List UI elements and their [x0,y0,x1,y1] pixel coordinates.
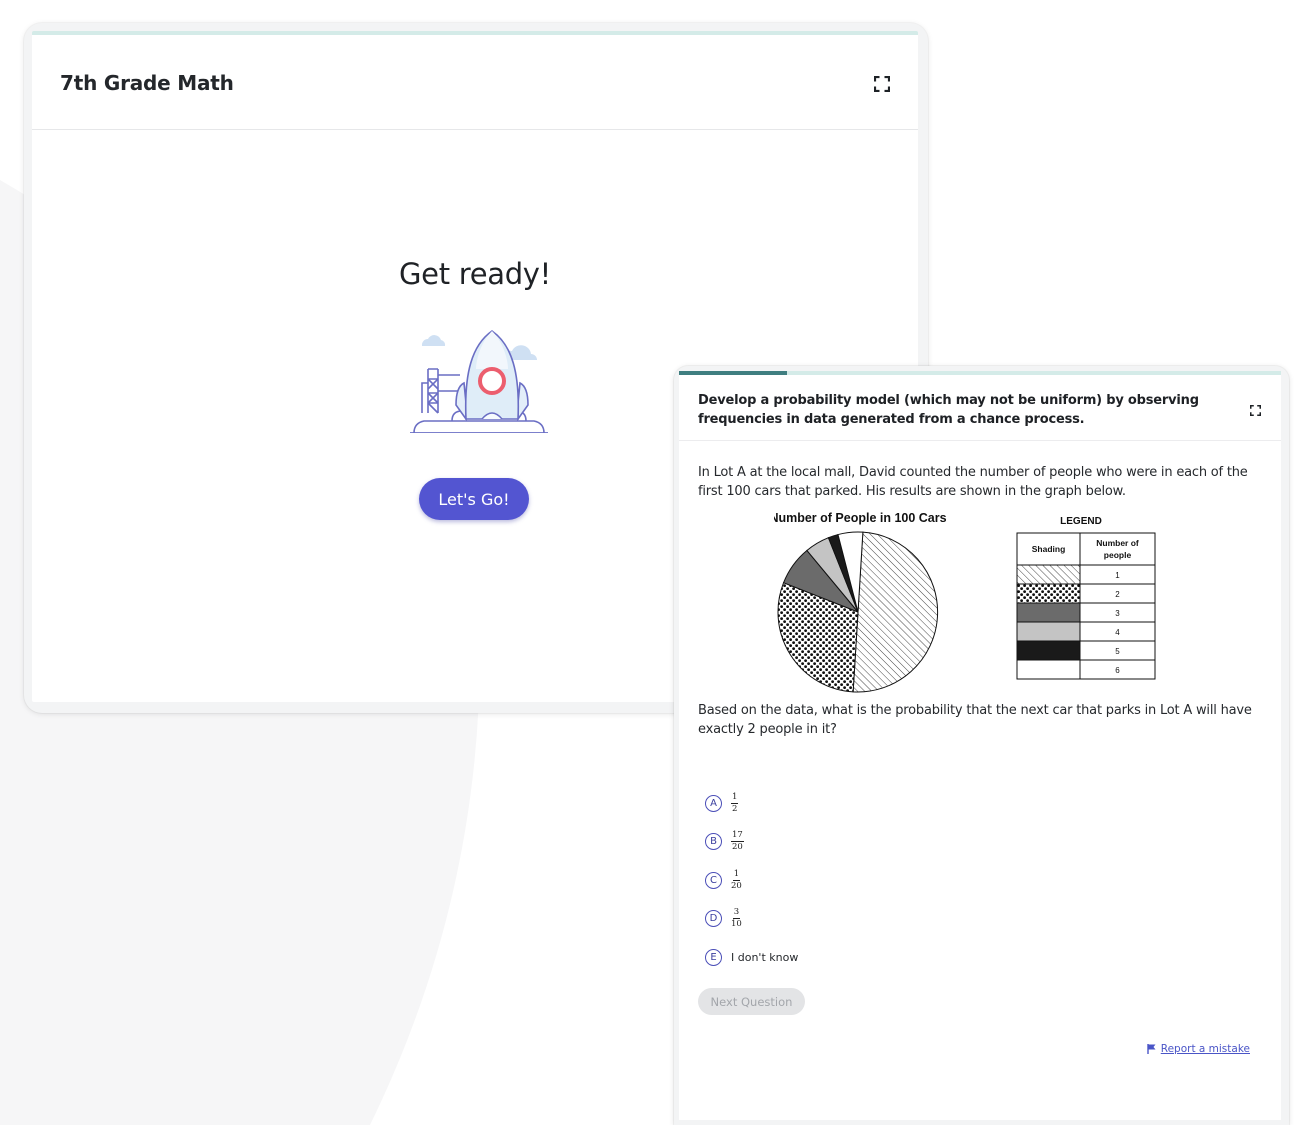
legend-swatch-3 [1016,602,1081,623]
cloud-left-icon [421,335,446,346]
fraction-numerator: 1 [732,868,741,881]
expand-icon[interactable] [874,76,890,92]
choice-letter-badge: E [705,948,722,966]
fraction-denominator: 2 [732,803,738,814]
legend-swatch-1 [1016,564,1081,585]
rocket-icon [455,330,529,422]
legend-label-1: 1 [1115,571,1120,580]
pie-chart-figure: Number of People in 100 Cars LEGEND Shad… [774,511,1156,693]
answer-choice-a[interactable]: A12 [705,791,739,814]
legend-label-3: 3 [1115,609,1120,618]
legend-title: LEGEND [1060,516,1102,527]
card-header: 7th Grade Math [32,35,918,130]
legend-swatch-5 [1016,640,1081,661]
fraction-numerator: 3 [732,907,741,919]
choice-letter-badge: B [705,833,722,850]
standard-header: Develop a probability model (which may n… [679,375,1281,441]
standard-description: Develop a probability model (which may n… [698,393,1199,427]
answer-choice-e[interactable]: E I don't know [705,946,798,968]
report-mistake-link[interactable]: Report a mistake [1147,1043,1250,1055]
choice-letter-badge: D [705,910,722,927]
report-mistake-label: Report a mistake [1160,1043,1250,1055]
legend-table: ShadingNumber of people123456 [1016,532,1156,680]
fraction-denominator: 20 [732,842,743,852]
question-panel: Develop a probability model (which may n… [679,371,1281,1120]
launch-tower-icon [421,368,460,414]
choice-text: I don't know [731,950,799,964]
get-ready-heading: Get ready! [399,257,551,291]
fraction-denominator: 20 [731,880,742,891]
fraction-numerator: 17 [731,830,744,842]
pie-slices [777,531,939,693]
pie-slice-1 [852,531,939,693]
legend-swatch-2 [1016,583,1081,604]
next-question-button[interactable]: Next Question [698,988,805,1015]
fraction-denominator: 10 [731,919,742,929]
fraction-numerator: 1 [731,791,739,804]
choice-letter-badge: A [705,794,722,812]
expand-icon[interactable] [1250,405,1261,416]
question-card: Develop a probability model (which may n… [674,366,1289,1125]
question-prompt: Based on the data, what is the probabili… [698,703,1252,737]
choice-letter-badge: C [705,871,722,889]
legend-swatch-4 [1016,621,1081,642]
quiz-title: 7th Grade Math [60,71,234,95]
legend-label-6: 6 [1115,666,1120,675]
chart-title: Number of People in 100 Cars [774,511,947,525]
choice-fraction: 1 20 [731,868,742,891]
legend-label-2: 2 [1115,590,1120,599]
answer-choice-d[interactable]: D 3 10 [705,908,742,930]
question-intro: In Lot A at the local mall, David counte… [698,465,1248,499]
answer-choice-b[interactable]: B 17 20 [705,831,744,853]
flag-icon [1147,1044,1156,1054]
choice-fraction: 12 [731,791,739,814]
lets-go-button[interactable]: Let's Go! [419,478,529,520]
legend-label-5: 5 [1115,647,1120,656]
choice-fraction: 3 10 [731,908,742,929]
legend-header-shading: Shading [1032,544,1066,554]
rocket-illustration [410,330,548,433]
choice-fraction: 17 20 [731,831,744,852]
legend-swatch-6 [1016,659,1081,680]
answer-choice-c[interactable]: C 1 20 [705,869,742,891]
legend-label-4: 4 [1115,628,1120,637]
